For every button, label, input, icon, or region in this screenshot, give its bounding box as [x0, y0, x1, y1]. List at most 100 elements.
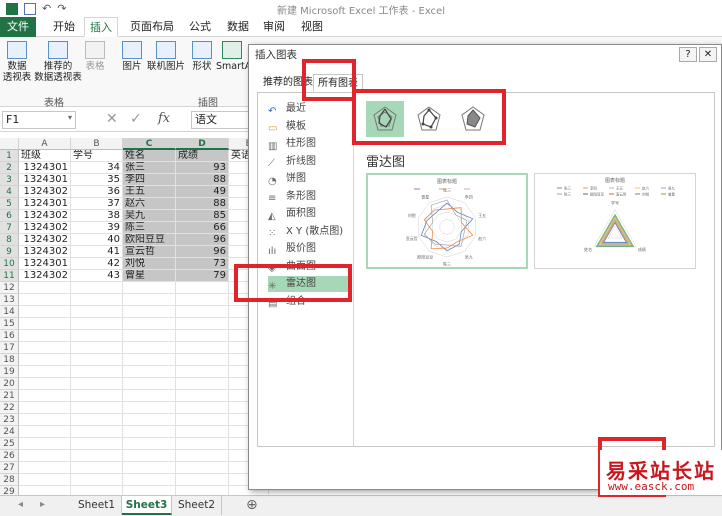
- smartart-button[interactable]: SmartA: [216, 41, 248, 72]
- row-header[interactable]: 26: [0, 450, 19, 462]
- cell[interactable]: 1324302: [19, 234, 71, 246]
- cell[interactable]: 曾星: [123, 270, 176, 282]
- row-header[interactable]: 4: [0, 186, 19, 198]
- cell[interactable]: 42: [71, 258, 123, 270]
- cell[interactable]: 66: [176, 222, 229, 234]
- cell[interactable]: [176, 306, 229, 318]
- row-header[interactable]: 7: [0, 222, 19, 234]
- row-header[interactable]: 5: [0, 198, 19, 210]
- cell[interactable]: 1324302: [19, 222, 71, 234]
- add-sheet-icon[interactable]: ⊕: [246, 497, 258, 513]
- cell[interactable]: [19, 462, 71, 474]
- cell[interactable]: [123, 282, 176, 294]
- save-icon[interactable]: [24, 2, 36, 15]
- cell[interactable]: [19, 426, 71, 438]
- cell[interactable]: [19, 282, 71, 294]
- scroll-right-icon[interactable]: ▸: [40, 499, 45, 510]
- cell[interactable]: [123, 330, 176, 342]
- row-header[interactable]: 8: [0, 234, 19, 246]
- row-header[interactable]: 17: [0, 342, 19, 354]
- tab-formulas[interactable]: 公式: [184, 17, 216, 37]
- cell[interactable]: [71, 450, 123, 462]
- cell[interactable]: 73: [176, 258, 229, 270]
- cell[interactable]: [176, 426, 229, 438]
- tab-review[interactable]: 审阅: [258, 17, 290, 37]
- cell[interactable]: [176, 402, 229, 414]
- cell[interactable]: 36: [71, 186, 123, 198]
- radar-preview-1[interactable]: 图表标题 张三 李四 王五 赵六 吴九 陈三 欧阳豆豆 宣云哲 刘悦 曾星: [366, 173, 528, 269]
- cancel-icon[interactable]: ✕: [106, 111, 118, 127]
- cell[interactable]: 王五: [123, 186, 176, 198]
- cell[interactable]: [19, 390, 71, 402]
- cell[interactable]: [19, 342, 71, 354]
- cell[interactable]: [71, 426, 123, 438]
- cell[interactable]: [71, 342, 123, 354]
- cell[interactable]: 37: [71, 198, 123, 210]
- category-item[interactable]: ◭ 面积图: [268, 206, 348, 222]
- tab-page-layout[interactable]: 页面布局: [126, 17, 178, 37]
- cell[interactable]: 40: [71, 234, 123, 246]
- column-header-b[interactable]: B: [71, 138, 123, 150]
- row-header[interactable]: 22: [0, 402, 19, 414]
- cell[interactable]: [123, 426, 176, 438]
- row-header[interactable]: 6: [0, 210, 19, 222]
- cell[interactable]: 1324301: [19, 198, 71, 210]
- cell[interactable]: [19, 378, 71, 390]
- cell[interactable]: 88: [176, 174, 229, 186]
- cell[interactable]: 1324302: [19, 186, 71, 198]
- cell[interactable]: [71, 402, 123, 414]
- cell[interactable]: [71, 282, 123, 294]
- row-header[interactable]: 3: [0, 174, 19, 186]
- cell[interactable]: [123, 438, 176, 450]
- row-header[interactable]: 14: [0, 306, 19, 318]
- cell[interactable]: [123, 474, 176, 486]
- name-box[interactable]: F1: [2, 111, 76, 129]
- cell[interactable]: [71, 414, 123, 426]
- cell[interactable]: 35: [71, 174, 123, 186]
- cell[interactable]: [71, 318, 123, 330]
- redo-icon[interactable]: ↷: [57, 2, 66, 15]
- cell[interactable]: [176, 390, 229, 402]
- cell[interactable]: 88: [176, 198, 229, 210]
- row-header[interactable]: 1: [0, 150, 19, 162]
- cell[interactable]: [176, 342, 229, 354]
- cell[interactable]: [19, 402, 71, 414]
- cell[interactable]: 1324301: [19, 162, 71, 174]
- cell[interactable]: [19, 414, 71, 426]
- row-header[interactable]: 9: [0, 246, 19, 258]
- cell[interactable]: [71, 306, 123, 318]
- cell[interactable]: [176, 414, 229, 426]
- row-header[interactable]: 23: [0, 414, 19, 426]
- cell[interactable]: [123, 318, 176, 330]
- row-header[interactable]: 24: [0, 426, 19, 438]
- cell[interactable]: 41: [71, 246, 123, 258]
- cell[interactable]: 张三: [123, 162, 176, 174]
- row-header[interactable]: 13: [0, 294, 19, 306]
- cell[interactable]: [19, 474, 71, 486]
- category-item[interactable]: ⁙ X Y (散点图): [268, 224, 348, 240]
- category-item[interactable]: ◔ 饼图: [268, 171, 348, 187]
- category-item[interactable]: ▭ 模板: [268, 119, 348, 135]
- column-header-d[interactable]: D: [176, 138, 229, 150]
- cell[interactable]: [71, 330, 123, 342]
- cell[interactable]: [176, 462, 229, 474]
- cell[interactable]: [176, 366, 229, 378]
- cell[interactable]: 宣云哲: [123, 246, 176, 258]
- cell[interactable]: [19, 438, 71, 450]
- cell[interactable]: [176, 330, 229, 342]
- tab-file[interactable]: 文件: [0, 17, 36, 37]
- row-header[interactable]: 25: [0, 438, 19, 450]
- cell[interactable]: [71, 294, 123, 306]
- cell[interactable]: 1324301: [19, 174, 71, 186]
- cell[interactable]: 学号: [71, 150, 123, 162]
- cell[interactable]: 陈三: [123, 222, 176, 234]
- pictures-button[interactable]: 图片: [120, 41, 144, 72]
- cell[interactable]: [176, 438, 229, 450]
- pivottable-button[interactable]: 数据 透视表: [2, 41, 32, 83]
- insert-function-icon[interactable]: fx: [158, 111, 170, 126]
- cell[interactable]: 38: [71, 210, 123, 222]
- cell[interactable]: 姓名: [123, 150, 176, 162]
- cell[interactable]: [19, 354, 71, 366]
- shapes-button[interactable]: 形状: [188, 41, 216, 72]
- tab-insert[interactable]: 插入: [84, 17, 118, 37]
